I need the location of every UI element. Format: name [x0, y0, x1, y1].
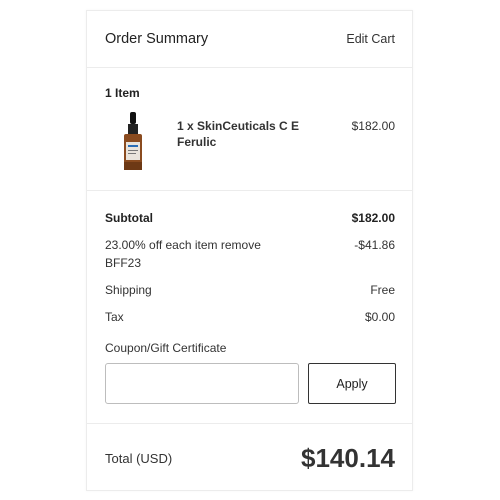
subtotal-value: $182.00 — [351, 211, 395, 225]
serum-bottle-icon — [124, 112, 142, 170]
order-summary-card: Order Summary Edit Cart 1 Item 1 x SkinC… — [86, 10, 413, 491]
discount-label[interactable]: 23.00% off each item remove BFF23 — [105, 236, 280, 272]
item-count: 1 Item — [105, 86, 140, 100]
edit-cart-link[interactable]: Edit Cart — [346, 32, 395, 46]
coupon-input[interactable] — [105, 363, 299, 404]
grand-total-row: Total (USD) $140.14 — [87, 424, 412, 494]
discount-value: -$41.86 — [354, 238, 395, 252]
total-label: Total (USD) — [105, 451, 173, 466]
total-value: $140.14 — [301, 443, 395, 473]
cart-items-section: 1 Item 1 x SkinCeuticals C E Ferulic $18… — [87, 68, 412, 191]
totals-section: Subtotal $182.00 23.00% off each item re… — [87, 191, 412, 424]
tax-value: $0.00 — [364, 310, 395, 324]
order-summary-header: Order Summary Edit Cart — [87, 11, 412, 68]
subtotal-label: Subtotal — [105, 211, 153, 225]
tax-label: Tax — [105, 310, 124, 324]
product-image — [121, 112, 145, 172]
apply-coupon-button[interactable]: Apply — [308, 363, 396, 404]
shipping-label: Shipping — [105, 283, 152, 297]
product-price: $182.00 — [351, 119, 395, 133]
product-name[interactable]: 1 x SkinCeuticals C E Ferulic — [177, 118, 327, 150]
order-summary-title: Order Summary — [105, 31, 209, 47]
shipping-value: Free — [370, 283, 395, 297]
coupon-label: Coupon/Gift Certificate — [105, 341, 227, 355]
